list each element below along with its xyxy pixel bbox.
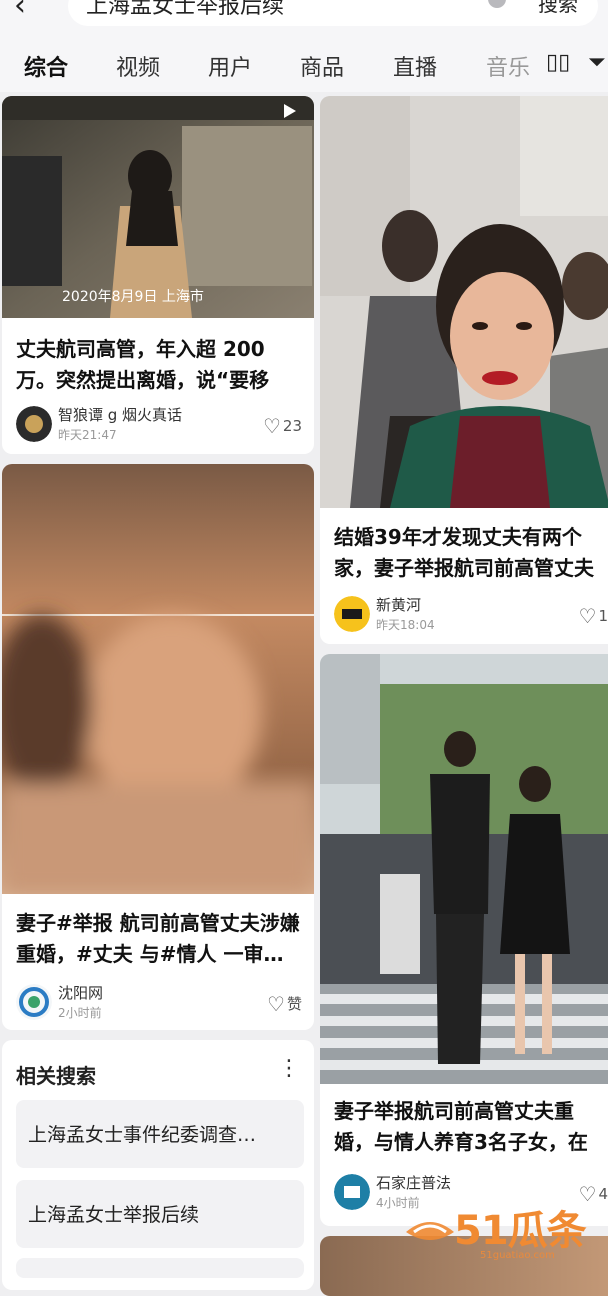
result-card[interactable]: 结婚39年才发现丈夫有两个家，妻子举报航司前高管丈夫重… 新黄河 昨天18:04… (320, 96, 608, 644)
post-time: 昨天18:04 (376, 618, 435, 632)
tab-music[interactable]: 音乐 (486, 50, 530, 82)
avatar[interactable] (334, 1174, 370, 1210)
card-title[interactable]: 妻子#举报 航司前高管丈夫涉嫌重婚，#丈夫 与#情人 一审… (16, 908, 304, 970)
clear-icon[interactable] (488, 0, 506, 8)
video-caption: 2020年8月9日 上海市 (62, 289, 204, 305)
search-input[interactable]: 上海孟女士举报后续 (86, 0, 284, 20)
related-query[interactable]: 上海孟女士举报后续 (16, 1180, 304, 1248)
card-title[interactable]: 丈夫航司高管，年入超 200 万。突然提出离婚，说“要移民… (16, 334, 304, 396)
play-icon (284, 104, 296, 118)
related-query-partial[interactable] (16, 1258, 304, 1278)
tab-products[interactable]: 商品 (300, 50, 344, 82)
top-bar: ‹ 上海孟女士举报后续 搜索 (0, 0, 608, 38)
author-name[interactable]: 新黄河 (376, 594, 421, 615)
card-title[interactable]: 妻子举报航司前高管丈夫重婚，与情人养育3名子女，在同… (334, 1096, 608, 1158)
grid-icon[interactable]: ▯▯ (546, 50, 570, 75)
author-row: 新黄河 昨天18:04 ♡ 1 (334, 594, 608, 638)
heart-icon: ♡ (267, 992, 285, 1016)
watermark-logo: 51瓜条 51guatiao.com (402, 1196, 608, 1272)
result-card[interactable]: 妻子举报航司前高管丈夫重婚，与情人养育3名子女，在同… 石家庄普法 4小时前 ♡… (320, 654, 608, 1226)
video-thumbnail (2, 96, 314, 318)
author-row: 智狼谭 g 烟火真话 昨天21:47 ♡ 23 (16, 404, 304, 448)
avatar[interactable] (334, 596, 370, 632)
like-count: 赞 (286, 995, 302, 1013)
video-thumbnail (320, 654, 608, 1084)
tab-video[interactable]: 视频 (116, 50, 160, 82)
avatar[interactable] (16, 984, 52, 1020)
result-card[interactable]: 2020年8月9日 上海市 丈夫航司高管，年入超 200 万。突然提出离婚，说“… (2, 96, 314, 454)
watermark-mark (406, 1222, 454, 1240)
more-options-icon[interactable]: ⋮ (278, 1056, 300, 1081)
post-time: 昨天21:47 (58, 428, 117, 442)
like-button[interactable]: ♡ 1 (579, 604, 608, 628)
tab-comprehensive[interactable]: 综合 (24, 50, 68, 82)
watermark-text: 51瓜条 (454, 1208, 587, 1254)
watermark-url: 51guatiao.com (480, 1250, 555, 1261)
category-tabs: 综合 视频 用户 商品 直播 音乐 ▯▯ ⏷ (0, 38, 608, 92)
heart-icon: ♡ (578, 604, 597, 628)
related-query[interactable]: 上海孟女士事件纪委调查… (16, 1100, 304, 1168)
filter-icon[interactable]: ⏷ (588, 50, 606, 75)
search-box[interactable]: 上海孟女士举报后续 搜索 (68, 0, 598, 26)
card-title[interactable]: 结婚39年才发现丈夫有两个家，妻子举报航司前高管丈夫重… (334, 522, 608, 584)
like-button[interactable]: ♡ 赞 (267, 992, 302, 1016)
video-thumbnail (320, 96, 608, 508)
video-thumbnail (2, 464, 314, 894)
search-button[interactable]: 搜索 (538, 0, 578, 17)
like-button[interactable]: ♡ 23 (263, 414, 302, 438)
author-name[interactable]: 沈阳网 (58, 982, 103, 1003)
author-row: 沈阳网 2小时前 ♡ 赞 (16, 982, 304, 1026)
result-card[interactable]: 妻子#举报 航司前高管丈夫涉嫌重婚，#丈夫 与#情人 一审… 沈阳网 2小时前 … (2, 464, 314, 1030)
like-count: 1 (598, 607, 608, 625)
tab-live[interactable]: 直播 (393, 50, 437, 82)
back-arrow-icon[interactable]: ‹ (14, 0, 44, 24)
heart-icon: ♡ (262, 414, 281, 438)
tab-users[interactable]: 用户 (208, 50, 252, 82)
author-name[interactable]: 智狼谭 g 烟火真话 (58, 404, 182, 425)
related-heading: 相关搜索 (16, 1064, 96, 1088)
author-name[interactable]: 石家庄普法 (376, 1172, 451, 1193)
like-count: 23 (282, 417, 302, 435)
post-time: 2小时前 (58, 1006, 102, 1020)
related-searches: 相关搜索 ⋮ 上海孟女士事件纪委调查… 上海孟女士举报后续 (2, 1040, 314, 1290)
avatar[interactable] (16, 406, 52, 442)
